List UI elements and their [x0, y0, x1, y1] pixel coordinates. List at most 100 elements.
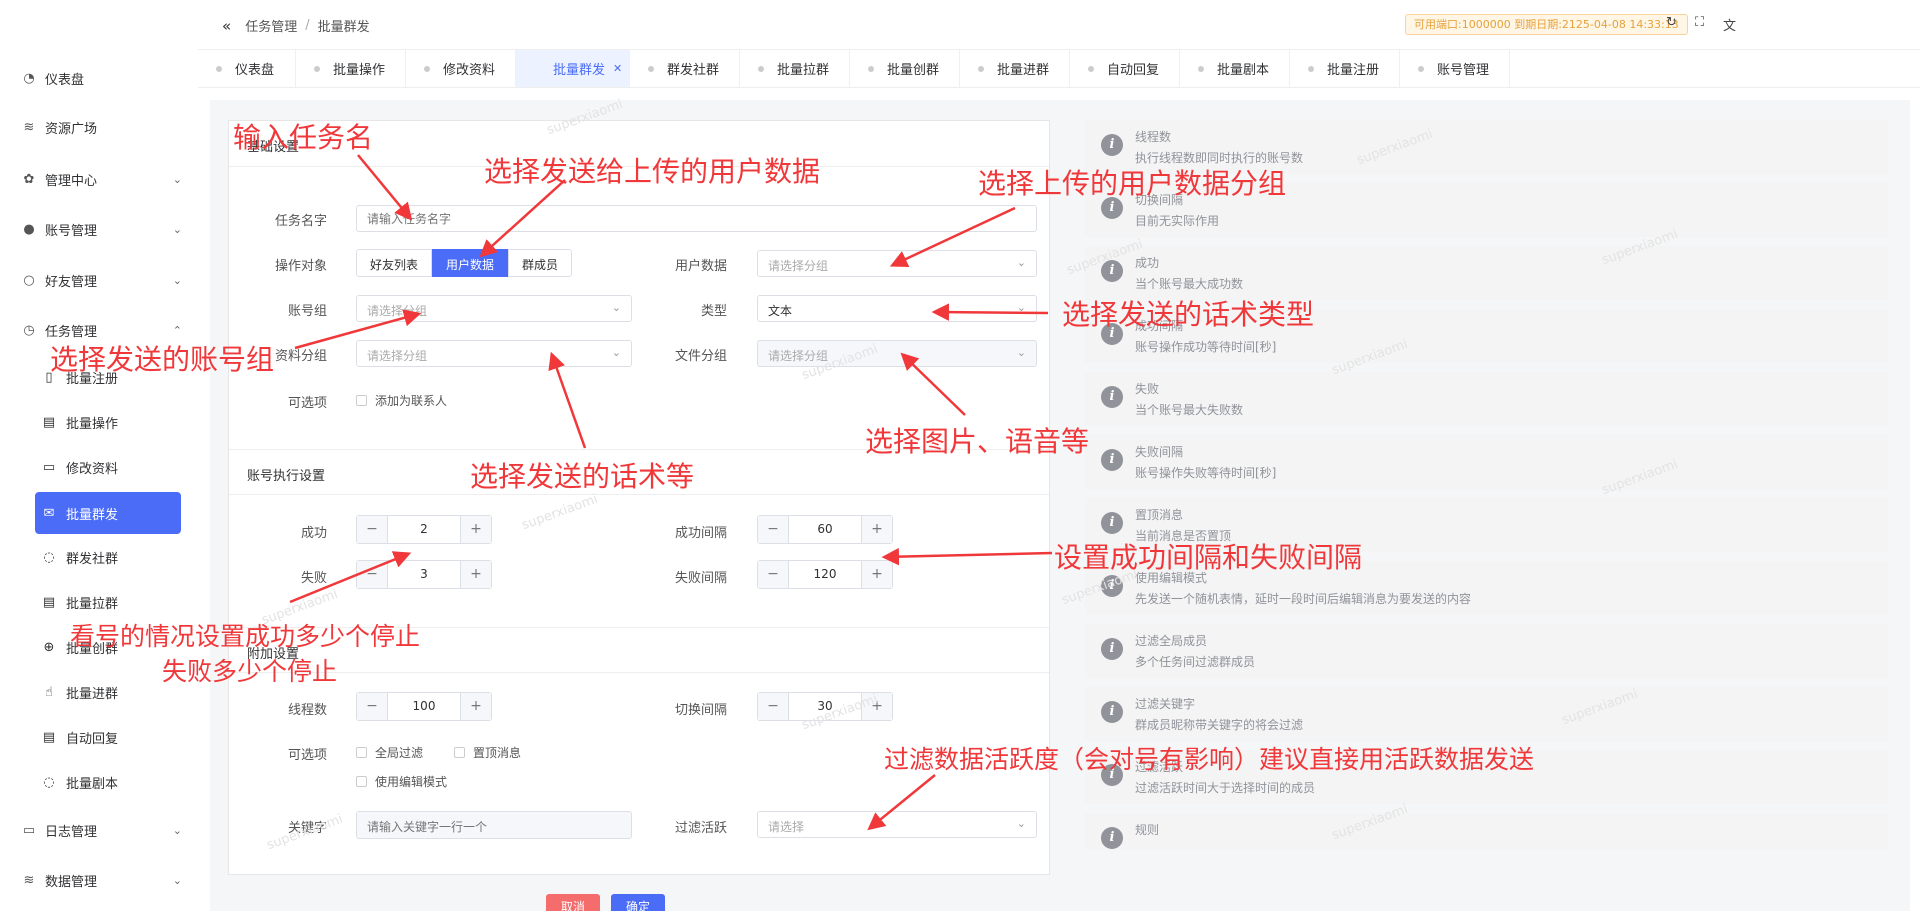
- fullscreen-icon[interactable]: ⛶: [1695, 15, 1704, 30]
- refresh-icon[interactable]: ↻: [1666, 15, 1677, 30]
- success-value[interactable]: 2: [387, 516, 461, 543]
- pin-message-label: 置顶消息: [473, 746, 522, 760]
- fail-interval-value[interactable]: 120: [788, 561, 862, 588]
- checkbox-box[interactable]: [356, 395, 367, 406]
- tab-batch-script[interactable]: 批量剧本: [1180, 50, 1290, 87]
- sidebar-item-logs[interactable]: ▭ 日志管理 ⌄: [22, 808, 182, 852]
- sidebar-item-friends[interactable]: ○ 好友管理 ⌄: [22, 258, 182, 302]
- checkbox-box[interactable]: [356, 747, 367, 758]
- chat-icon: ◌: [43, 549, 55, 565]
- tab-label: 批量群发: [553, 63, 606, 78]
- minus-button[interactable]: −: [758, 516, 788, 543]
- target-option-user-data[interactable]: 用户数据: [432, 249, 509, 277]
- chevron-down-icon: ⌄: [172, 823, 182, 837]
- sidebar-item-label: 管理中心: [45, 173, 98, 189]
- tab-batch-send[interactable]: 批量群发 ✕: [516, 50, 630, 87]
- minus-button[interactable]: −: [758, 561, 788, 588]
- success-interval-stepper[interactable]: − 60 +: [757, 515, 893, 544]
- plus-button[interactable]: +: [862, 516, 892, 543]
- tab-batch-pull[interactable]: 批量拉群: [740, 50, 850, 87]
- material-group-placeholder: 请选择分组: [367, 349, 428, 363]
- minus-button[interactable]: −: [357, 561, 387, 588]
- type-select[interactable]: 文本 ⌄: [757, 295, 1037, 322]
- sidebar-sub-edit-profile[interactable]: ▭ 修改资料: [42, 447, 182, 487]
- keyword-textarea[interactable]: [356, 811, 632, 839]
- tab-group-send[interactable]: 群发社群: [630, 50, 740, 87]
- cancel-button[interactable]: 取消: [546, 894, 600, 911]
- sidebar-item-label: 仪表盘: [45, 72, 85, 88]
- tab-account-manage[interactable]: 账号管理: [1400, 50, 1510, 87]
- target-option-friends[interactable]: 好友列表: [356, 249, 433, 277]
- breadcrumb-item[interactable]: 任务管理: [245, 16, 297, 35]
- checkbox-box[interactable]: [356, 776, 367, 787]
- confirm-button[interactable]: 确定: [611, 894, 665, 911]
- threads-value[interactable]: 100: [387, 693, 461, 720]
- tab-dashboard[interactable]: 仪表盘: [198, 50, 296, 87]
- file-group-label: 文件分组: [674, 349, 727, 364]
- fail-value[interactable]: 3: [387, 561, 461, 588]
- close-icon[interactable]: ✕: [613, 62, 622, 75]
- fail-interval-stepper[interactable]: − 120 +: [757, 560, 893, 589]
- tab-batch-register[interactable]: 批量注册: [1290, 50, 1400, 87]
- task-name-input[interactable]: [356, 205, 1037, 232]
- tab-edit-profile[interactable]: 修改资料: [406, 50, 516, 87]
- sidebar-sub-label: 批量进群: [66, 686, 119, 702]
- help-item: i 失败间隔 账号操作失败等待时间[秒]: [1085, 435, 1888, 489]
- sidebar-item-management[interactable]: ✿ 管理中心 ⌄: [22, 157, 182, 201]
- sidebar-sub-group-send[interactable]: ◌ 群发社群: [42, 537, 182, 577]
- target-label: 操作对象: [274, 259, 327, 274]
- tab-batch-create[interactable]: 批量创群: [850, 50, 960, 87]
- sidebar-sub-batch-send[interactable]: ✉ 批量群发: [35, 492, 181, 534]
- sidebar-item-data[interactable]: ≋ 数据管理 ⌄: [22, 858, 182, 902]
- sidebar-sub-batch-pull[interactable]: ▤ 批量拉群: [42, 582, 182, 622]
- breadcrumb: « 任务管理 / 批量群发: [222, 16, 370, 36]
- help-item: i 成功 当个账号最大成功数: [1085, 246, 1888, 300]
- translate-icon[interactable]: 文: [1723, 15, 1736, 34]
- target-option-group-members[interactable]: 群成员: [508, 249, 573, 277]
- minus-button[interactable]: −: [357, 516, 387, 543]
- material-group-select[interactable]: 请选择分组 ⌄: [356, 340, 632, 367]
- account-group-label: 账号组: [287, 304, 327, 319]
- help-item: i 过滤关键字 群成员昵称带关键字的将会过滤: [1085, 687, 1888, 741]
- add-contact-checkbox[interactable]: 添加为联系人: [356, 392, 447, 409]
- sidebar-sub-auto-reply[interactable]: ▤ 自动回复: [42, 717, 182, 757]
- database-icon: ≋: [23, 119, 35, 135]
- tab-batch-join[interactable]: 批量进群: [960, 50, 1070, 87]
- minus-button[interactable]: −: [357, 693, 387, 720]
- user-data-select[interactable]: 请选择分组 ⌄: [757, 250, 1037, 277]
- sidebar-sub-batch-script[interactable]: ◌ 批量剧本: [42, 762, 182, 802]
- help-title: 失败: [1135, 382, 1160, 396]
- plus-button[interactable]: +: [461, 516, 491, 543]
- collapse-icon[interactable]: «: [222, 17, 231, 35]
- sidebar-sub-batch-operate[interactable]: ▤ 批量操作: [42, 402, 182, 442]
- database-icon: ≋: [23, 872, 35, 888]
- filter-active-select[interactable]: 请选择 ⌄: [757, 811, 1037, 838]
- info-icon: i: [1101, 701, 1123, 723]
- plus-button[interactable]: +: [461, 561, 491, 588]
- file-group-select[interactable]: 请选择分组 ⌄: [757, 340, 1037, 367]
- tab-batch-operate[interactable]: 批量操作: [296, 50, 406, 87]
- plus-button[interactable]: +: [862, 561, 892, 588]
- tab-auto-reply[interactable]: 自动回复: [1070, 50, 1180, 87]
- sidebar-item-accounts[interactable]: ● 账号管理 ⌄: [22, 207, 182, 251]
- success-interval-value[interactable]: 60: [788, 516, 862, 543]
- sidebar-item-dashboard[interactable]: ◔ 仪表盘: [22, 56, 182, 100]
- plus-button[interactable]: +: [461, 693, 491, 720]
- pin-message-checkbox[interactable]: 置顶消息: [454, 744, 521, 761]
- global-filter-checkbox[interactable]: 全局过滤: [356, 744, 423, 761]
- sidebar-sub-batch-join[interactable]: ☝ 批量进群: [42, 672, 182, 712]
- edit-mode-checkbox[interactable]: 使用编辑模式: [356, 773, 447, 790]
- sidebar-item-label: 任务管理: [45, 324, 98, 340]
- account-group-select[interactable]: 请选择分组 ⌄: [356, 295, 632, 322]
- fail-stepper[interactable]: − 3 +: [356, 560, 492, 589]
- chevron-down-icon: ⌄: [611, 301, 621, 314]
- threads-stepper[interactable]: − 100 +: [356, 692, 492, 721]
- account-group-placeholder: 请选择分组: [367, 304, 428, 318]
- success-stepper[interactable]: − 2 +: [356, 515, 492, 544]
- sidebar-item-resources[interactable]: ≋ 资源广场: [22, 105, 182, 149]
- type-value: 文本: [768, 304, 793, 318]
- sidebar-item-label: 日志管理: [45, 824, 98, 840]
- sidebar-sub-label: 修改资料: [66, 461, 119, 477]
- minus-button[interactable]: −: [758, 693, 788, 720]
- checkbox-box[interactable]: [454, 747, 465, 758]
